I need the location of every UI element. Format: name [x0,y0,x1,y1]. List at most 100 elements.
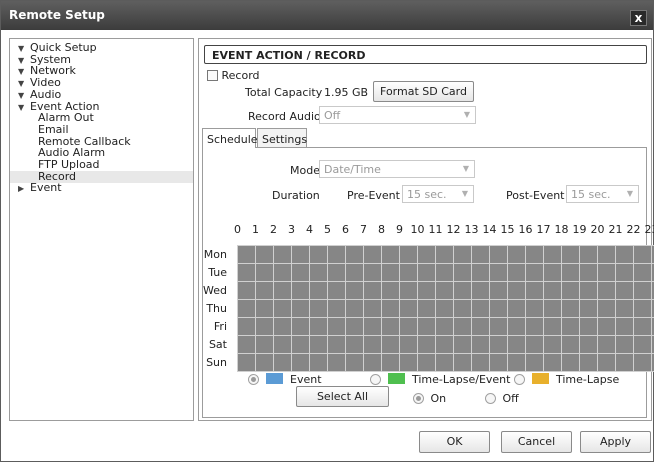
schedule-cell[interactable] [508,354,525,371]
schedule-cell[interactable] [364,246,381,263]
schedule-cell[interactable] [382,264,399,281]
schedule-cell[interactable] [634,300,651,317]
schedule-cell[interactable] [274,336,291,353]
schedule-cell[interactable] [328,282,345,299]
schedule-cell[interactable] [436,246,453,263]
schedule-cell[interactable] [346,300,363,317]
schedule-cell[interactable] [490,336,507,353]
schedule-cell[interactable] [382,282,399,299]
schedule-cell[interactable] [580,264,597,281]
schedule-cell[interactable] [616,282,633,299]
legend-event[interactable]: Event [248,373,322,386]
schedule-cell[interactable] [310,336,327,353]
schedule-cell[interactable] [418,354,435,371]
schedule-cell[interactable] [328,318,345,335]
schedule-cell[interactable] [472,282,489,299]
schedule-cell[interactable] [544,318,561,335]
schedule-cell[interactable] [634,318,651,335]
legend-time-lapse-event[interactable]: Time-Lapse/Event [370,373,510,386]
schedule-cell[interactable] [346,318,363,335]
schedule-cell[interactable] [508,246,525,263]
ok-button[interactable]: OK [419,431,490,453]
schedule-cell[interactable] [598,264,615,281]
schedule-cell[interactable] [598,336,615,353]
schedule-cell[interactable] [490,300,507,317]
schedule-cell[interactable] [400,246,417,263]
schedule-cell[interactable] [310,318,327,335]
schedule-cell[interactable] [364,282,381,299]
schedule-cell[interactable] [616,354,633,371]
schedule-cell[interactable] [508,300,525,317]
schedule-cell[interactable] [472,354,489,371]
schedule-cell[interactable] [238,264,255,281]
schedule-cell[interactable] [274,282,291,299]
schedule-cell[interactable] [328,264,345,281]
schedule-cell[interactable] [256,318,273,335]
schedule-cell[interactable] [562,300,579,317]
schedule-cell[interactable] [472,318,489,335]
schedule-cell[interactable] [310,300,327,317]
off-option[interactable]: Off [485,392,519,405]
schedule-cell[interactable] [346,264,363,281]
schedule-cell[interactable] [382,300,399,317]
expanded-arrow-icon[interactable]: ▼ [18,102,30,114]
schedule-cell[interactable] [292,300,309,317]
mode-select[interactable]: Date/Time ▼ [319,160,475,178]
schedule-cell[interactable] [418,246,435,263]
schedule-cell[interactable] [256,336,273,353]
schedule-cell[interactable] [472,246,489,263]
schedule-cell[interactable] [436,336,453,353]
schedule-cell[interactable] [454,246,471,263]
schedule-cell[interactable] [400,264,417,281]
schedule-cell[interactable] [634,264,651,281]
off-radio[interactable] [485,393,496,404]
schedule-cell[interactable] [580,336,597,353]
schedule-cell[interactable] [400,354,417,371]
schedule-cell[interactable] [328,300,345,317]
schedule-cell[interactable] [508,264,525,281]
schedule-cell[interactable] [274,264,291,281]
schedule-cell[interactable] [328,246,345,263]
schedule-cell[interactable] [238,318,255,335]
schedule-cell[interactable] [616,264,633,281]
schedule-cell[interactable] [292,354,309,371]
tab-settings[interactable]: Settings [257,128,307,148]
schedule-cell[interactable] [382,354,399,371]
schedule-cell[interactable] [256,264,273,281]
schedule-cell[interactable] [616,318,633,335]
schedule-cell[interactable] [382,336,399,353]
schedule-cell[interactable] [364,264,381,281]
schedule-cell[interactable] [454,336,471,353]
schedule-cell[interactable] [580,282,597,299]
schedule-cell[interactable] [508,318,525,335]
schedule-cell[interactable] [598,300,615,317]
schedule-cell[interactable] [526,318,543,335]
schedule-cell[interactable] [634,354,651,371]
schedule-cell[interactable] [256,282,273,299]
schedule-cell[interactable] [634,336,651,353]
schedule-cell[interactable] [490,246,507,263]
schedule-cell[interactable] [418,300,435,317]
schedule-cell[interactable] [274,300,291,317]
schedule-cell[interactable] [544,300,561,317]
schedule-cell[interactable] [256,300,273,317]
schedule-cell[interactable] [454,300,471,317]
tab-schedule[interactable]: Schedule [202,128,258,148]
record-audio-select[interactable]: Off ▼ [319,106,476,124]
schedule-cell[interactable] [436,282,453,299]
schedule-cell[interactable] [472,264,489,281]
schedule-cell[interactable] [274,354,291,371]
schedule-cell[interactable] [310,354,327,371]
schedule-cell[interactable] [544,264,561,281]
schedule-cell[interactable] [562,318,579,335]
schedule-cell[interactable] [292,264,309,281]
on-option[interactable]: On [413,392,446,405]
schedule-cell[interactable] [526,354,543,371]
schedule-cell[interactable] [274,246,291,263]
schedule-cell[interactable] [580,318,597,335]
event-radio[interactable] [248,374,259,385]
schedule-cell[interactable] [526,264,543,281]
schedule-cell[interactable] [310,282,327,299]
schedule-cell[interactable] [562,336,579,353]
schedule-cell[interactable] [436,354,453,371]
